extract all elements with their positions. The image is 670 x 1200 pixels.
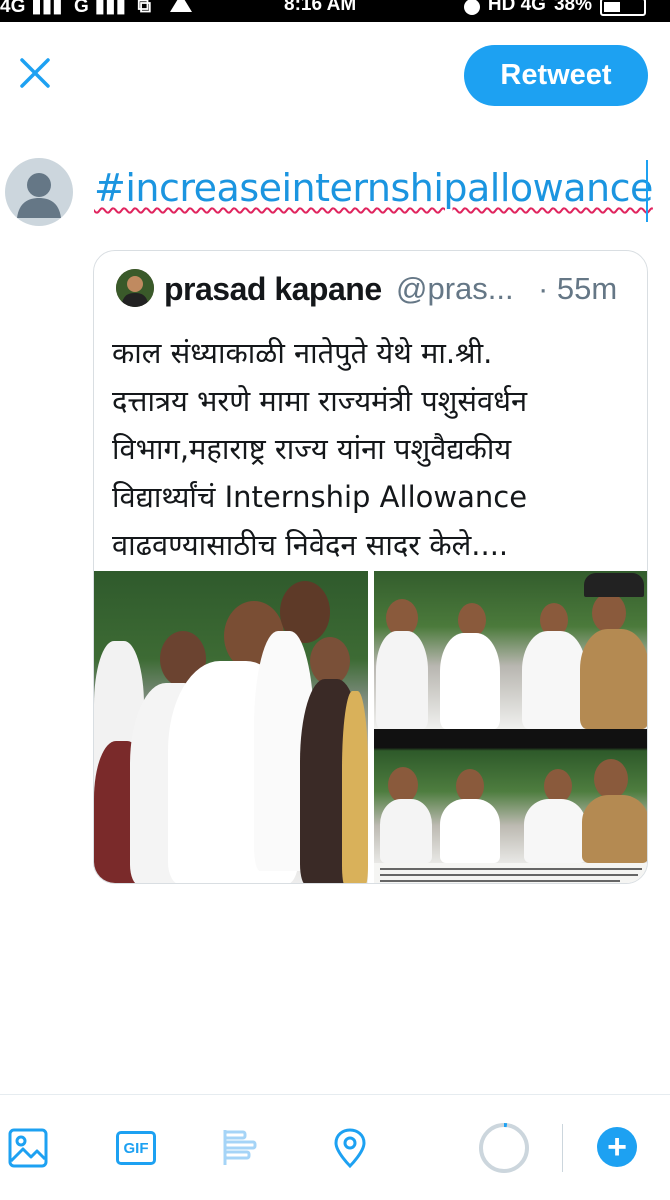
quoted-tweet-time: · 55m	[538, 271, 618, 306]
photo-caption-strip	[374, 863, 647, 883]
retweet-button[interactable]: Retweet	[464, 45, 648, 106]
network-label-2: G	[74, 0, 89, 17]
image-icon[interactable]	[6, 1126, 50, 1170]
text-cursor	[646, 160, 648, 222]
quoted-tweet-card[interactable]: prasad kapane @pras... · 55m काल संध्याक…	[93, 250, 648, 884]
tweet-photo-1[interactable]	[94, 571, 368, 883]
status-bar: 4G ▮▮▮ G ▮▮▮ ⧉ 8:16 AM HD 4G 38%	[0, 0, 670, 22]
add-tweet-button[interactable]: +	[597, 1127, 637, 1167]
tweet-photo-3[interactable]	[374, 729, 647, 883]
quoted-tweet-avatar	[116, 269, 154, 307]
character-count-ring	[479, 1123, 529, 1173]
gif-label: GIF	[116, 1131, 156, 1165]
status-left: 4G ▮▮▮ G ▮▮▮ ⧉	[0, 0, 198, 18]
battery-icon	[600, 0, 646, 16]
gif-icon[interactable]: GIF	[114, 1126, 158, 1170]
compose-input[interactable]: #increaseinternshipallowance	[94, 166, 653, 210]
status-right: HD 4G 38%	[463, 0, 646, 16]
quoted-tweet-text: काल संध्याकाळी नातेपुते येथे मा.श्री. दत…	[112, 336, 528, 562]
clock: 8:16 AM	[284, 0, 357, 15]
quoted-tweet-name: prasad kapane	[164, 271, 382, 307]
battery-percent: 38%	[553, 0, 592, 15]
network-label: 4G	[0, 0, 26, 17]
avatar	[5, 158, 73, 226]
default-avatar-icon	[17, 173, 61, 218]
add-icon: +	[607, 1128, 627, 1166]
sync-icon	[463, 0, 480, 15]
network-type: HD 4G	[487, 0, 546, 15]
warning-icon	[170, 0, 193, 12]
quoted-tweet-handle: @pras...	[396, 271, 514, 306]
poll-icon[interactable]	[220, 1126, 264, 1170]
tweet-photo-2[interactable]	[374, 571, 647, 729]
toolbar-divider	[562, 1124, 563, 1172]
screenshot-icon: ⧉	[137, 0, 152, 17]
location-icon[interactable]	[328, 1126, 372, 1170]
compose-text-value: #increaseinternshipallowance	[94, 166, 653, 210]
close-icon[interactable]	[18, 56, 54, 92]
signal-icon: ▮▮▮	[31, 0, 63, 17]
signal-icon-2: ▮▮▮	[94, 0, 127, 17]
